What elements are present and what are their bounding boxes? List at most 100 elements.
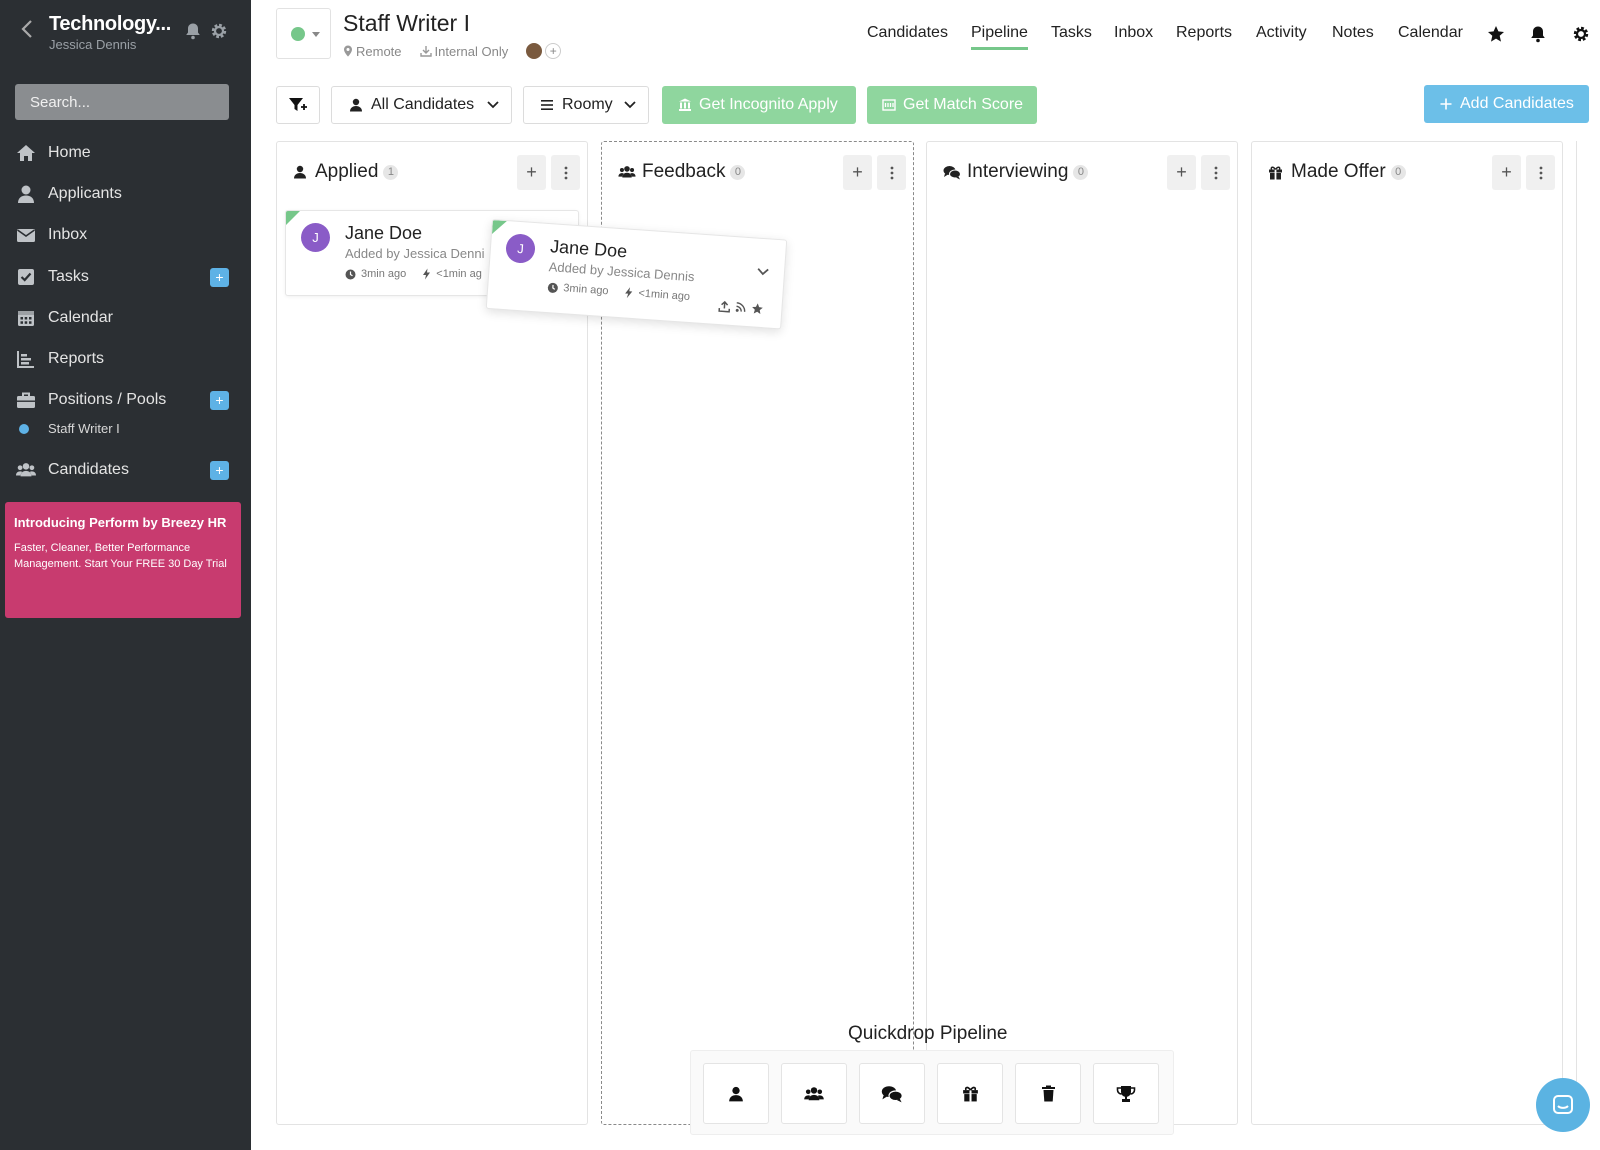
tab-candidates[interactable]: Candidates bbox=[867, 24, 948, 50]
trophy-icon bbox=[1116, 1085, 1136, 1102]
chevron-down-icon bbox=[487, 101, 499, 109]
match-score-button[interactable]: Get Match Score bbox=[867, 86, 1037, 124]
location: Remote bbox=[343, 44, 402, 59]
candidates-filter-label: All Candidates bbox=[371, 96, 475, 113]
tab-calendar[interactable]: Calendar bbox=[1398, 24, 1463, 50]
search-input[interactable] bbox=[15, 84, 229, 120]
nav-positions[interactable]: Positions / Pools + bbox=[0, 382, 251, 418]
quickdrop-hired[interactable] bbox=[1093, 1063, 1159, 1124]
add-to-stage-button[interactable]: + bbox=[843, 155, 872, 190]
quickdrop-applied[interactable] bbox=[703, 1063, 769, 1124]
add-to-stage-button[interactable]: + bbox=[517, 155, 546, 190]
nav-inbox[interactable]: Inbox bbox=[0, 217, 251, 253]
star-icon[interactable] bbox=[751, 302, 764, 315]
column-title: Made Offer bbox=[1291, 161, 1386, 182]
star-icon[interactable] bbox=[1487, 25, 1505, 43]
promo-banner[interactable]: Introducing Perform by Breezy HR Faster,… bbox=[5, 502, 241, 618]
tab-pipeline[interactable]: Pipeline bbox=[971, 24, 1028, 50]
sub-item-label: Staff Writer I bbox=[48, 421, 120, 436]
envelope-icon bbox=[17, 229, 35, 242]
chat-launcher-button[interactable] bbox=[1536, 1078, 1590, 1132]
time-added: 3min ago bbox=[562, 282, 609, 298]
home-icon bbox=[17, 145, 35, 161]
chevron-down-icon[interactable] bbox=[756, 267, 771, 278]
add-position-button[interactable]: + bbox=[210, 390, 229, 410]
visibility-label: Internal Only bbox=[434, 43, 509, 59]
users-icon bbox=[618, 166, 636, 178]
page-title: Staff Writer I bbox=[343, 10, 470, 36]
quickdrop-interviewing[interactable] bbox=[859, 1063, 925, 1124]
nav-tasks[interactable]: Tasks + bbox=[0, 259, 251, 295]
time-added: 3min ago bbox=[361, 268, 407, 280]
users-icon bbox=[804, 1086, 824, 1100]
incognito-apply-button[interactable]: Get Incognito Apply bbox=[662, 86, 856, 124]
nav-applicants[interactable]: Applicants bbox=[0, 176, 251, 212]
tab-activity[interactable]: Activity bbox=[1256, 24, 1307, 50]
position-meta: Remote Internal Only + bbox=[343, 43, 562, 59]
bell-icon[interactable] bbox=[1529, 25, 1547, 43]
visibility: Internal Only bbox=[419, 43, 509, 59]
tab-inbox[interactable]: Inbox bbox=[1114, 24, 1153, 50]
status-dot bbox=[291, 27, 305, 41]
column-title: Interviewing bbox=[967, 161, 1069, 182]
quickdrop-made-offer[interactable] bbox=[937, 1063, 1003, 1124]
candidates-filter-dropdown[interactable]: All Candidates bbox=[331, 86, 512, 124]
stage-menu-button[interactable] bbox=[877, 155, 906, 190]
sidebar-item-staff-writer[interactable]: Staff Writer I bbox=[0, 418, 251, 440]
nav-label: Applicants bbox=[48, 185, 122, 202]
trash-icon bbox=[1041, 1085, 1055, 1102]
add-task-button[interactable]: + bbox=[210, 267, 229, 287]
tab-reports[interactable]: Reports bbox=[1176, 24, 1232, 50]
filter-button[interactable] bbox=[276, 86, 320, 124]
nav-label: Calendar bbox=[48, 309, 113, 326]
more-vertical-icon bbox=[1214, 166, 1217, 179]
gift-icon bbox=[1269, 166, 1282, 179]
sidebar-header: Technology... Jessica Dennis bbox=[0, 0, 251, 60]
chat-icon bbox=[1553, 1095, 1573, 1114]
list-icon bbox=[541, 100, 553, 110]
nav-reports[interactable]: Reports bbox=[0, 341, 251, 377]
view-mode-dropdown[interactable]: Roomy bbox=[523, 86, 649, 124]
add-candidates-button[interactable]: Add Candidates bbox=[1424, 85, 1589, 123]
user-name: Jessica Dennis bbox=[49, 37, 137, 52]
column-header: Interviewing 0 bbox=[943, 161, 1089, 183]
tab-notes[interactable]: Notes bbox=[1332, 24, 1374, 50]
nav-calendar[interactable]: Calendar bbox=[0, 300, 251, 336]
user-icon bbox=[294, 165, 306, 179]
avatar[interactable] bbox=[526, 43, 543, 59]
clock-icon bbox=[345, 269, 356, 279]
more-vertical-icon bbox=[564, 166, 567, 179]
stage-menu-button[interactable] bbox=[551, 155, 580, 190]
location-label: Remote bbox=[356, 43, 402, 59]
add-to-stage-button[interactable]: + bbox=[1492, 155, 1521, 190]
column-count: 0 bbox=[1073, 164, 1089, 180]
bell-icon[interactable] bbox=[184, 22, 202, 40]
add-member-button[interactable]: + bbox=[545, 43, 562, 59]
gear-icon[interactable] bbox=[1572, 25, 1590, 43]
avatar: J bbox=[301, 223, 330, 252]
tab-tasks[interactable]: Tasks bbox=[1051, 24, 1092, 50]
quickdrop-title: Quickdrop Pipeline bbox=[848, 1023, 1008, 1044]
status-dropdown[interactable] bbox=[276, 8, 331, 59]
avatar: J bbox=[505, 233, 536, 265]
added-by: Added by Jessica Denni bbox=[345, 246, 485, 261]
upload-icon bbox=[718, 300, 731, 313]
comments-icon bbox=[881, 1085, 903, 1102]
bolt-icon bbox=[625, 287, 633, 299]
chevron-left-icon[interactable] bbox=[18, 18, 38, 40]
chevron-down-icon bbox=[624, 101, 636, 109]
nav-home[interactable]: Home bbox=[0, 135, 251, 171]
add-to-stage-button[interactable]: + bbox=[1167, 155, 1196, 190]
stage-menu-button[interactable] bbox=[1201, 155, 1230, 190]
nav-candidates[interactable]: Candidates + bbox=[0, 452, 251, 488]
column-header: Applied 1 bbox=[293, 161, 399, 183]
quickdrop-feedback[interactable] bbox=[781, 1063, 847, 1124]
pipeline-column-partial bbox=[1576, 141, 1600, 1125]
company-title[interactable]: Technology... bbox=[49, 13, 171, 36]
clock-icon bbox=[547, 282, 558, 293]
gear-icon[interactable] bbox=[210, 22, 228, 40]
add-candidate-button[interactable]: + bbox=[210, 460, 229, 480]
pipeline-column-made-offer: Made Offer 0 + bbox=[1251, 141, 1563, 1125]
stage-menu-button[interactable] bbox=[1526, 155, 1555, 190]
quickdrop-disqualify[interactable] bbox=[1015, 1063, 1081, 1124]
